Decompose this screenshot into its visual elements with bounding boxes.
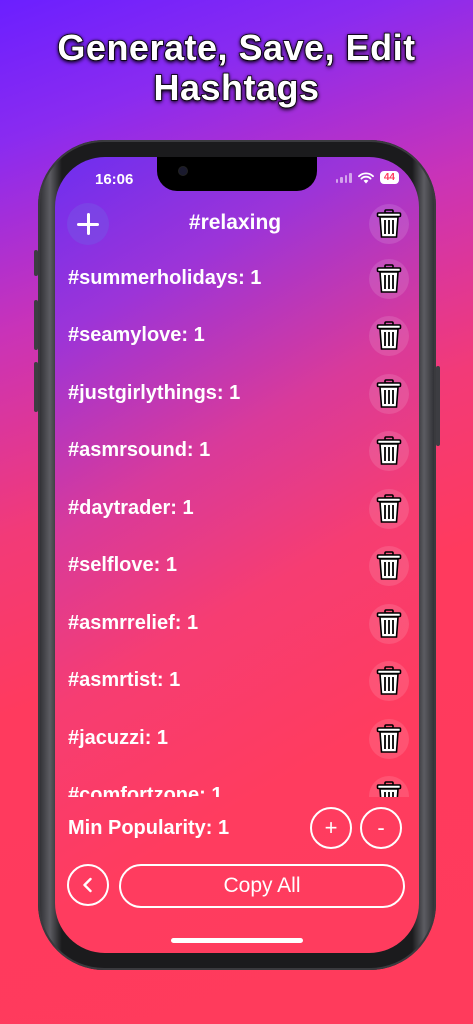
list-item: #daytrader: 1 [55,487,419,531]
camera-icon [179,167,187,175]
list-item: #selflove: 1 [55,544,419,588]
status-time: 16:06 [95,171,134,188]
list-item: #seamylove: 1 [55,314,419,358]
trash-icon [376,609,402,638]
delete-group-button[interactable] [369,204,409,244]
trash-icon [376,724,402,753]
battery-icon: 44 [379,171,399,184]
trash-icon [376,379,402,408]
delete-hashtag-button[interactable] [369,259,409,299]
add-hashtag-button[interactable] [67,203,109,245]
hashtag-label: #asmrsound: 1 [68,439,211,461]
status-indicators: 44 [335,171,399,184]
delete-hashtag-button[interactable] [369,604,409,644]
list-item: #asmrtist: 1 [55,659,419,703]
wifi-icon [357,171,374,183]
hashtag-label: #asmrrelief: 1 [68,612,199,634]
trash-icon [376,264,402,293]
list-item: #justgirlythings: 1 [55,372,419,416]
hashtag-label: #justgirlythings: 1 [68,382,241,404]
trash-icon [376,436,402,465]
hashtag-label: #asmrtist: 1 [68,669,181,691]
chevron-left-icon [83,877,92,893]
mute-switch [34,250,38,276]
app-screen: 16:06 44 #relaxing #summerholidays: 1 #s… [55,157,419,953]
list-item: #jacuzzi: 1 [55,717,419,761]
hashtag-label: #daytrader: 1 [68,497,194,519]
promo-headline: Generate, Save, Edit Hashtags [0,27,473,109]
list-item: #comfortzone: 1 [55,774,419,797]
home-indicator[interactable] [171,938,303,943]
trash-icon [376,209,402,238]
list-item: #summerholidays: 1 [55,257,419,301]
delete-hashtag-button[interactable] [369,661,409,701]
copy-all-button[interactable]: Copy All [119,864,405,908]
group-title: #relaxing [188,211,282,234]
notch [157,157,317,191]
trash-icon [376,666,402,695]
phone-frame: 16:06 44 #relaxing #summerholidays: 1 #s… [34,140,440,970]
delete-hashtag-button[interactable] [369,489,409,529]
delete-hashtag-button[interactable] [369,374,409,414]
hashtag-list[interactable]: #summerholidays: 1 #seamylove: 1 #justgi… [55,257,419,797]
header: #relaxing [55,203,419,247]
trash-icon [376,494,402,523]
trash-icon [376,321,402,350]
increase-popularity-button[interactable]: + [310,807,352,849]
delete-hashtag-button[interactable] [369,776,409,797]
volume-down-button [34,362,38,412]
signal-icon [335,172,352,183]
list-item: #asmrrelief: 1 [55,602,419,646]
delete-hashtag-button[interactable] [369,719,409,759]
hashtag-label: #seamylove: 1 [68,324,205,346]
delete-hashtag-button[interactable] [369,316,409,356]
hashtag-label: #jacuzzi: 1 [68,727,169,749]
min-popularity-label: Min Popularity: 1 [68,817,230,839]
promo-headline-line1: Generate, Save, Edit [57,27,416,69]
delete-hashtag-button[interactable] [369,546,409,586]
back-button[interactable] [67,864,109,906]
trash-icon [376,551,402,580]
power-button [436,366,440,446]
list-item: #asmrsound: 1 [55,429,419,473]
trash-icon [376,781,402,797]
delete-hashtag-button[interactable] [369,431,409,471]
promo-headline-line2: Hashtags [153,67,320,109]
hashtag-label: #selflove: 1 [68,554,177,576]
hashtag-label: #comfortzone: 1 [68,784,223,797]
volume-up-button [34,300,38,350]
hashtag-label: #summerholidays: 1 [68,267,262,289]
plus-icon-vertical [86,213,90,235]
decrease-popularity-button[interactable]: - [360,807,402,849]
